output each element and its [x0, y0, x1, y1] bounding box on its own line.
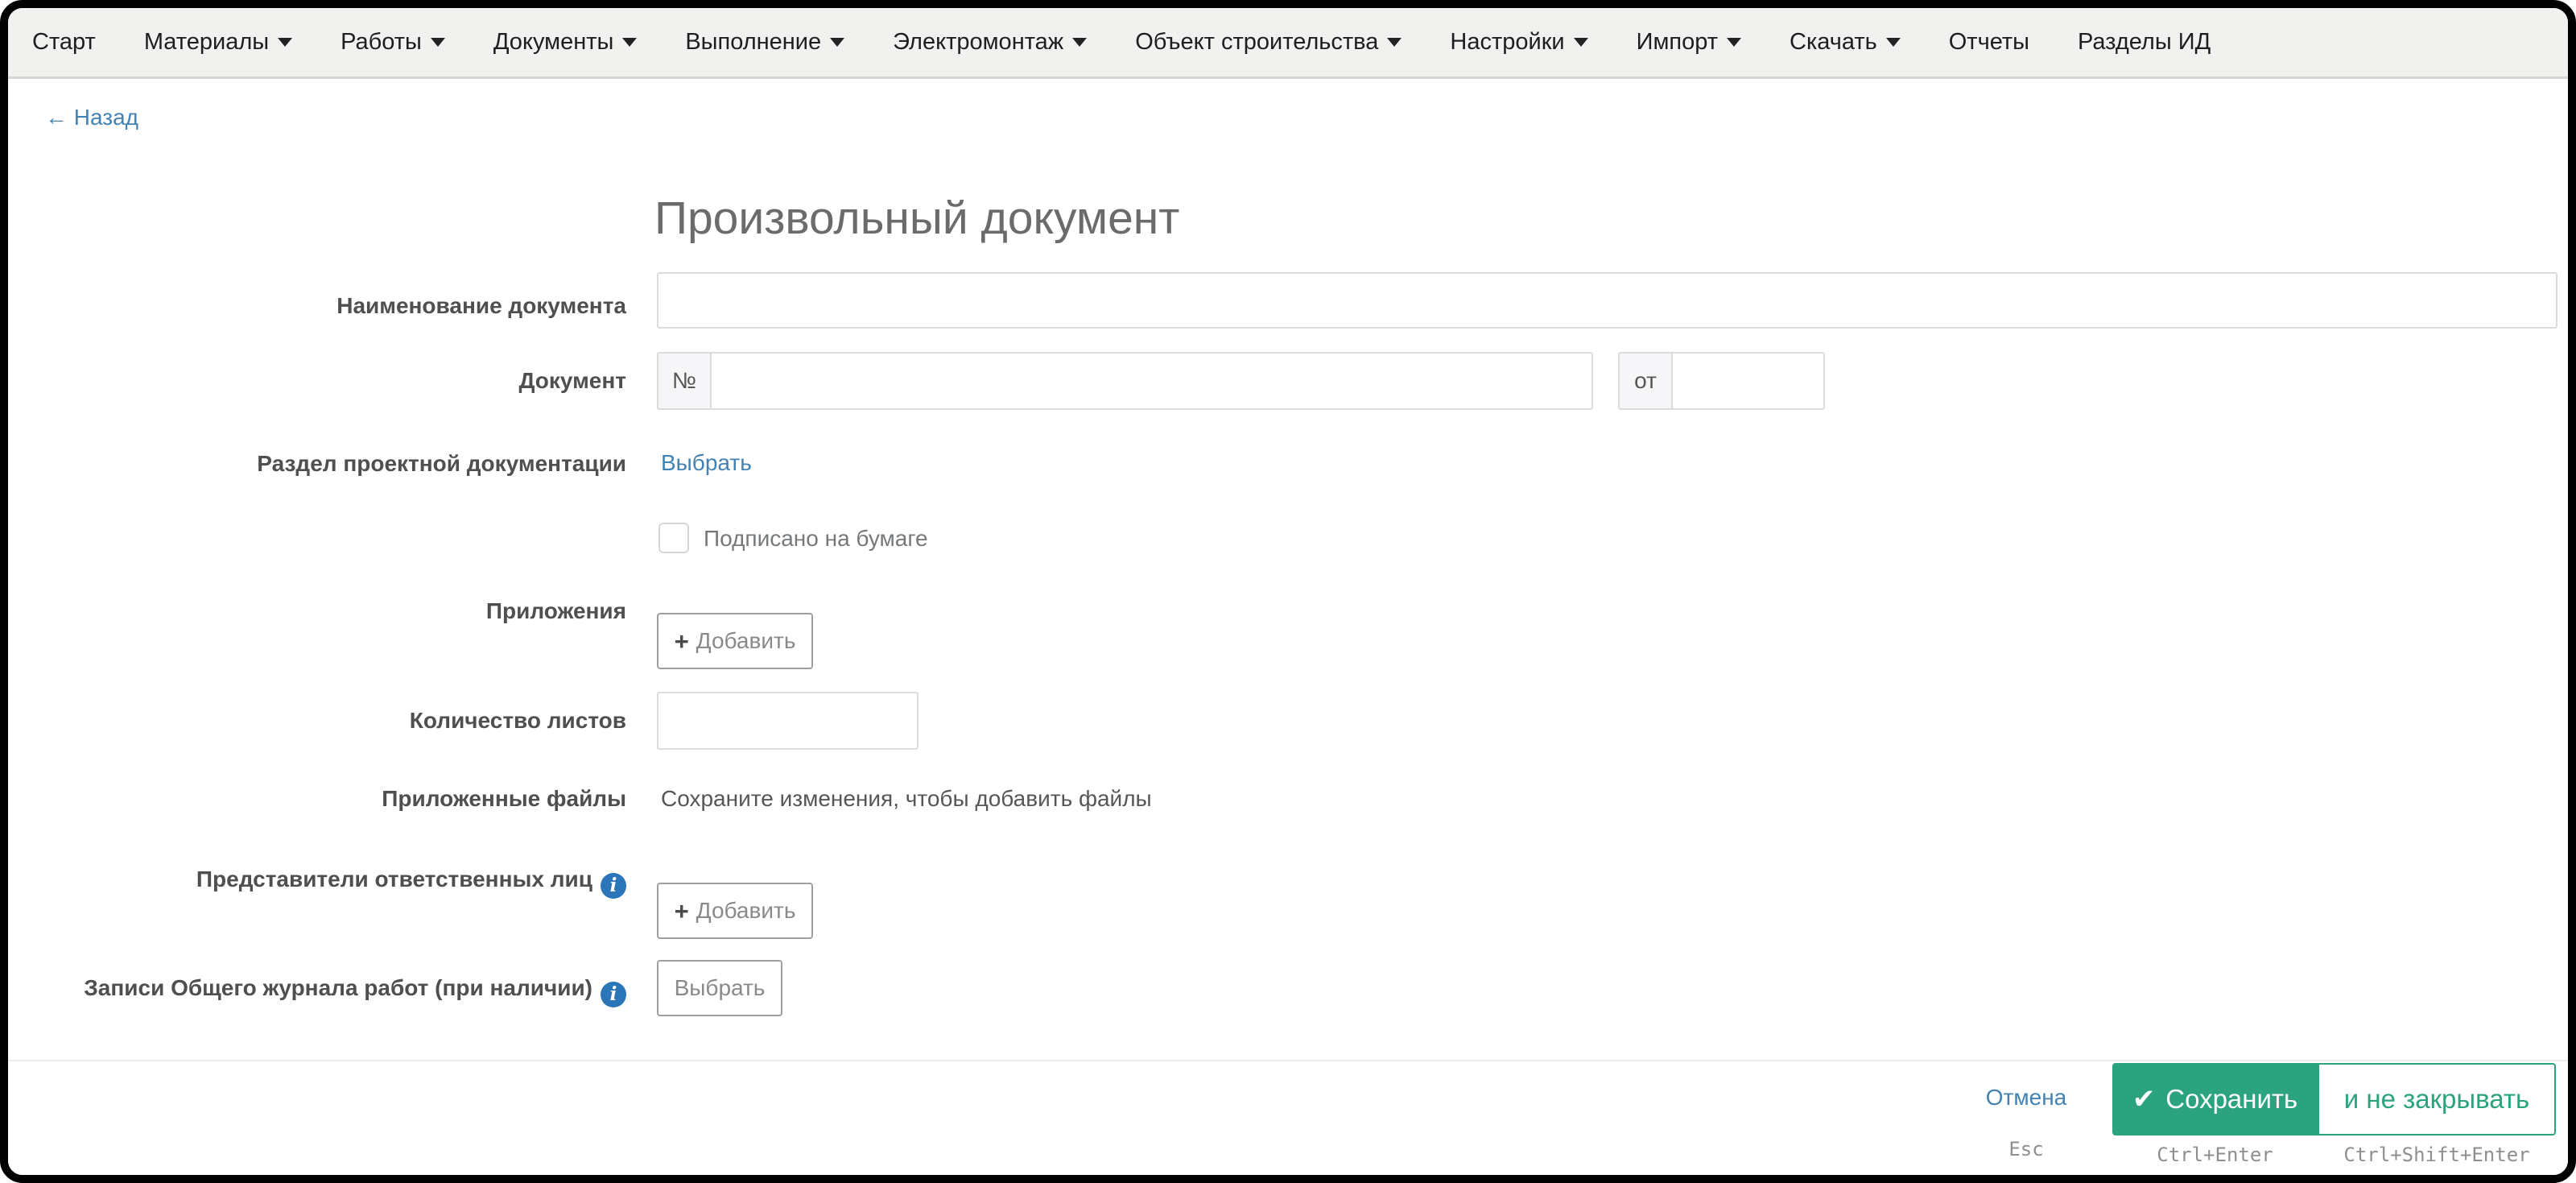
document-number-input[interactable] [710, 352, 1593, 410]
caret-down-icon [622, 38, 637, 47]
caret-down-icon [1574, 38, 1588, 47]
journal-records-label: Записи Общего журнала работ (при наличии… [8, 973, 626, 1007]
representatives-label: Представители ответственных лиц i [8, 864, 626, 899]
representatives-add-button-label: Добавить [696, 898, 796, 924]
nav-item-label: Материалы [144, 29, 269, 56]
check-icon: ✔ [2132, 1086, 2156, 1113]
save-and-not-close-label: и не закрывать [2344, 1084, 2529, 1115]
document-date-input[interactable] [1671, 352, 1825, 410]
nav-item-label: Скачать [1790, 29, 1877, 56]
attachments-add-button[interactable]: + Добавить [657, 613, 813, 669]
nav-item-label: Документы [493, 29, 614, 56]
attached-files-label: Приложенные файлы [8, 784, 626, 814]
app-window: Старт Материалы Работы Документы Выполне… [0, 0, 2576, 1183]
nav-item-label: Выполнение [685, 29, 821, 56]
nav-item-label: Разделы ИД [2078, 29, 2211, 56]
nav-item-label: Настройки [1450, 29, 1564, 56]
info-icon[interactable]: i [601, 982, 626, 1007]
document-date-group: от [1618, 352, 1825, 410]
back-link-label: Назад [74, 105, 138, 130]
caret-down-icon [431, 38, 445, 47]
save-shortcut: Ctrl+Enter [2112, 1144, 2318, 1166]
nav-item-label: Отчеты [1949, 29, 2029, 56]
save-and-not-close-shortcut: Ctrl+Shift+Enter [2318, 1144, 2556, 1166]
sheet-count-label: Количество листов [8, 705, 626, 736]
save-button[interactable]: ✔ Сохранить [2112, 1063, 2318, 1135]
page-title: Произвольный документ [654, 192, 1179, 245]
save-and-not-close-button[interactable]: и не закрывать [2318, 1063, 2556, 1135]
nav-item-construction-object[interactable]: Объект строительства [1111, 8, 1426, 77]
journal-records-choose-button[interactable]: Выбрать [657, 960, 782, 1016]
date-prefix-addon: от [1618, 352, 1671, 410]
cancel-shortcut: Esc [1970, 1138, 2083, 1160]
nav-item-documents[interactable]: Документы [469, 8, 662, 77]
nav-item-label: Импорт [1637, 29, 1718, 56]
main-navbar: Старт Материалы Работы Документы Выполне… [8, 8, 2568, 79]
nav-item-label: Старт [32, 29, 96, 56]
nav-item-import[interactable]: Импорт [1612, 8, 1765, 77]
caret-down-icon [1886, 38, 1901, 47]
nav-item-electrical[interactable]: Электромонтаж [869, 8, 1111, 77]
back-link[interactable]: ← Назад [45, 105, 138, 130]
nav-item-settings[interactable]: Настройки [1426, 8, 1612, 77]
nav-item-works[interactable]: Работы [316, 8, 469, 77]
nav-item-start[interactable]: Старт [8, 8, 120, 77]
project-section-label: Раздел проектной документации [8, 449, 626, 479]
attached-files-hint: Сохраните изменения, чтобы добавить файл… [661, 784, 1152, 814]
document-label: Документ [8, 366, 626, 396]
info-icon[interactable]: i [601, 873, 626, 899]
document-number-group: № [657, 352, 1593, 410]
nav-item-download[interactable]: Скачать [1765, 8, 1925, 77]
attachments-add-button-label: Добавить [696, 628, 796, 654]
sheet-count-input[interactable] [657, 692, 919, 750]
caret-down-icon [1727, 38, 1741, 47]
project-section-choose-link[interactable]: Выбрать [661, 450, 752, 476]
caret-down-icon [278, 38, 292, 47]
plus-icon: + [675, 629, 689, 654]
document-name-input[interactable] [657, 272, 2557, 329]
representatives-add-button[interactable]: + Добавить [657, 883, 813, 939]
nav-item-reports[interactable]: Отчеты [1925, 8, 2054, 77]
nav-item-id-sections[interactable]: Разделы ИД [2054, 8, 2235, 77]
journal-records-choose-button-label: Выбрать [675, 975, 766, 1001]
caret-down-icon [1387, 38, 1402, 47]
document-name-label: Наименование документа [8, 291, 626, 321]
journal-records-label-text: Записи Общего журнала работ (при наличии… [84, 975, 592, 1000]
representatives-label-text: Представители ответственных лиц [196, 867, 592, 891]
form-footer: Отмена Esc ✔ Сохранить и не закрывать Ct… [8, 1060, 2568, 1175]
caret-down-icon [1072, 38, 1087, 47]
cancel-link[interactable]: Отмена [1970, 1085, 2083, 1111]
attachments-label: Приложения [8, 596, 626, 627]
signed-on-paper-label[interactable]: Подписано на бумаге [704, 525, 928, 552]
number-prefix-addon: № [657, 352, 710, 410]
caret-down-icon [830, 38, 844, 47]
nav-item-execution[interactable]: Выполнение [661, 8, 869, 77]
back-arrow-icon: ← [45, 105, 68, 130]
nav-item-label: Электромонтаж [893, 29, 1063, 56]
signed-on-paper-checkbox[interactable] [658, 523, 689, 553]
save-button-label: Сохранить [2165, 1084, 2297, 1115]
nav-item-label: Объект строительства [1135, 29, 1378, 56]
plus-icon: + [675, 899, 689, 924]
nav-item-materials[interactable]: Материалы [120, 8, 316, 77]
nav-item-label: Работы [341, 29, 422, 56]
